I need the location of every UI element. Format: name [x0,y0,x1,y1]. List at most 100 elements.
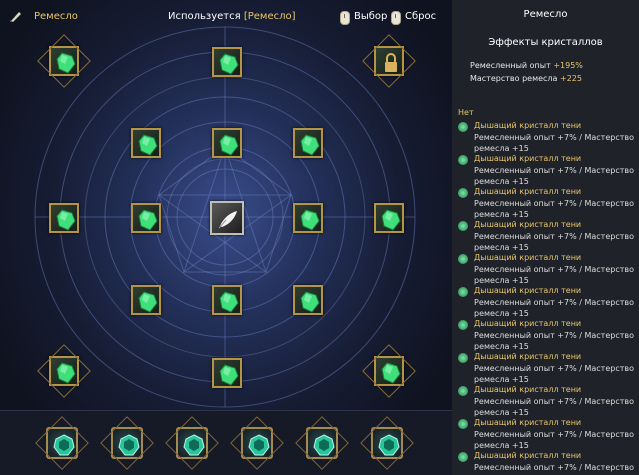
effect-desc: Ремесленный опыт +7% / Мастерство ремесл… [474,463,635,475]
top-bar: Ремесло Используется [Ремесло] Выбор Сбр… [0,0,452,36]
effect-entry: Дышащий кристалл тени Ремесленный опыт +7… [458,253,636,286]
effect-entry: Дышащий кристалл тени Ремесленный опыт +7… [458,286,636,319]
crystal-socket[interactable] [212,285,242,315]
emerald-icon [313,434,335,456]
effect-desc: Ремесленный опыт +7% / Мастерство ремесл… [474,232,635,252]
crystal-icon [300,134,320,156]
select-hint: Выбор [354,11,388,22]
used-status: Используется [Ремесло] [168,11,296,22]
locked-socket[interactable] [374,46,404,76]
effect-name: Дышащий кристалл тени [474,187,582,196]
crystal-socket[interactable] [293,285,323,315]
emerald-icon [378,434,400,456]
inventory-slot[interactable] [371,427,403,459]
inventory-slot[interactable] [306,427,338,459]
crystal-socket[interactable] [212,358,242,388]
effect-desc: Ремесленный опыт +7% / Мастерство ремесл… [474,199,635,219]
reset-hint: Сброс [405,11,437,22]
effect-name: Дышащий кристалл тени [474,220,582,229]
stat-label: Мастерство ремесла [470,74,558,83]
crystal-icon [381,362,401,384]
feather-icon [218,211,237,229]
crystal-effects-panel: Ремесло Эффекты кристаллов Ремесленный о… [452,0,639,475]
stat-row: Мастерство ремесла +225 [470,74,582,83]
crystal-icon [219,134,239,156]
crystal-icon [458,188,468,198]
quill-icon [10,12,21,22]
lock-icon [385,53,397,72]
used-prefix: Используется [168,11,241,22]
mouse-left-icon [340,11,350,25]
crystal-icon [300,209,320,231]
effect-entry: Дышащий кристалл тени Ремесленный опыт +7… [458,121,636,154]
effect-entry: Дышащий кристалл тени Ремесленный опыт +7… [458,154,636,187]
emerald-icon [248,434,270,456]
inventory-strip [0,410,452,475]
effect-desc: Ремесленный опыт +7% / Мастерство ремесл… [474,397,635,417]
effect-name: Дышащий кристалл тени [474,451,582,460]
crystal-icon [219,291,239,313]
crystal-socket[interactable] [49,46,79,76]
crystal-icon [458,320,468,330]
panel-title: Ремесло [523,9,568,20]
effect-entry: Дышащий кристалл тени Ремесленный опыт +7… [458,187,636,220]
crystal-socket[interactable] [49,356,79,386]
stat-row: Ремесленный опыт +195% [470,61,583,70]
effect-desc: Ремесленный опыт +7% / Мастерство ремесл… [474,331,635,351]
crystal-icon [458,122,468,132]
none-label: Нет [458,108,474,117]
crystal-socket[interactable] [374,356,404,386]
effect-desc: Ремесленный опыт +7% / Мастерство ремесл… [474,364,635,384]
crystal-icon [458,221,468,231]
emerald-icon [183,434,205,456]
effect-entry: Дышащий кристалл тени Ремесленный опыт +7… [458,319,636,352]
inventory-slot[interactable] [46,427,78,459]
crystal-socket[interactable] [131,203,161,233]
panel-subtitle: Эффекты кристаллов [488,37,603,48]
effect-entry: Дышащий кристалл тени Ремесленный опыт +7… [458,385,636,418]
crystal-socket[interactable] [212,47,242,77]
inventory-slot[interactable] [176,427,208,459]
crystal-icon [56,209,76,231]
crystal-socket[interactable] [131,128,161,158]
effect-name: Дышащий кристалл тени [474,385,582,394]
crystal-icon [458,155,468,165]
crystal-icon [219,364,239,386]
inventory-slot[interactable] [241,427,273,459]
crystal-icon [458,353,468,363]
crystal-icon [458,386,468,396]
effect-desc: Ремесленный опыт +7% / Мастерство ремесл… [474,133,635,153]
center-socket[interactable] [210,201,244,235]
effect-desc: Ремесленный опыт +7% / Мастерство ремесл… [474,298,635,318]
effect-name: Дышащий кристалл тени [474,286,582,295]
crystal-icon [138,209,158,231]
inventory-slot[interactable] [111,427,143,459]
crystal-icon [381,209,401,231]
effect-name: Дышащий кристалл тени [474,418,582,427]
effect-name: Дышащий кристалл тени [474,319,582,328]
stat-value: +225 [560,74,582,83]
effect-entry: Дышащий кристалл тени Ремесленный опыт +7… [458,220,636,253]
crystal-socket[interactable] [293,203,323,233]
emerald-icon [118,434,140,456]
effect-name: Дышащий кристалл тени [474,352,582,361]
effect-desc: Ремесленный опыт +7% / Мастерство ремесл… [474,265,635,285]
crystal-socket[interactable] [212,128,242,158]
crystal-icon [56,362,76,384]
effect-name: Дышащий кристалл тени [474,253,582,262]
crystal-socket[interactable] [49,203,79,233]
crystal-board: Ремесло Используется [Ремесло] Выбор Сбр… [0,0,452,475]
effect-entry: Дышащий кристалл тени Ремесленный опыт +7… [458,451,636,475]
effect-name: Дышащий кристалл тени [474,121,582,130]
crystal-socket[interactable] [131,285,161,315]
crystal-icon [458,452,468,462]
craft-label[interactable]: Ремесло [34,11,78,22]
effect-name: Дышащий кристалл тени [474,154,582,163]
crystal-socket[interactable] [293,128,323,158]
crystal-icon [138,134,158,156]
effect-desc: Ремесленный опыт +7% / Мастерство ремесл… [474,430,635,450]
crystal-icon [458,287,468,297]
effect-desc: Ремесленный опыт +7% / Мастерство ремесл… [474,166,635,186]
used-value: [Ремесло] [243,11,296,22]
crystal-socket[interactable] [374,203,404,233]
